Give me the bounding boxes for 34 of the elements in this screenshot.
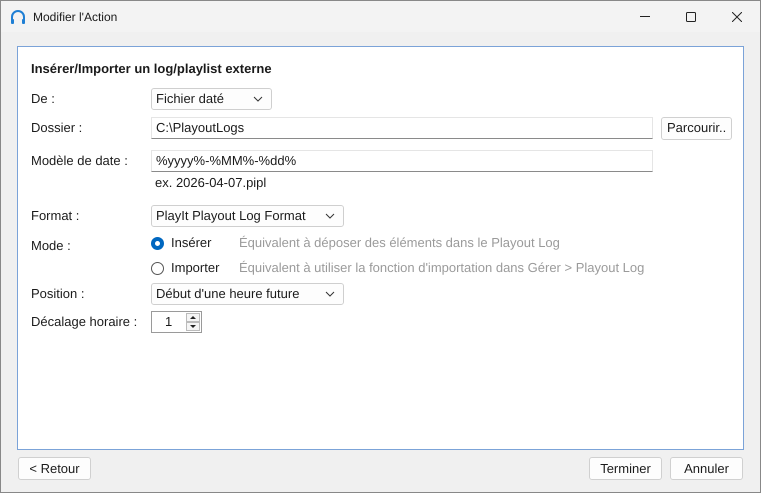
chevron-down-icon — [325, 290, 335, 296]
spin-arrows-icon — [186, 312, 200, 330]
field-label: De : — [31, 90, 56, 108]
example-text: ex. 2026-04-07.pipl — [154, 174, 268, 190]
field-label: Position : — [31, 284, 86, 302]
window-title: Modifier l'Action — [33, 8, 118, 26]
radio-label[interactable]: Importer — [171, 258, 239, 278]
option-description: Équivalent à déposer des éléments dans le Playout Log — [239, 234, 560, 252]
chevron-down-icon — [325, 212, 335, 218]
close-icon — [732, 12, 742, 22]
back-button[interactable]: < Retour — [18, 457, 91, 480]
field-label: Modèle de date : — [31, 152, 129, 170]
field-label: Dossier : — [31, 118, 84, 136]
text-field[interactable]: C:\PlayoutLogs — [151, 117, 653, 139]
dropdown[interactable]: Fichier daté — [151, 88, 272, 110]
dropdown[interactable]: PlayIt Playout Log Format — [151, 204, 344, 226]
browse-button[interactable]: Parcourir.. — [661, 116, 732, 140]
chevron-down-icon — [253, 96, 263, 102]
text-field[interactable]: %yyyy%-%MM%-%dd% — [151, 150, 653, 172]
minimize-icon — [640, 16, 650, 17]
field-label: Format : — [31, 206, 80, 224]
dropdown[interactable]: Début d'une heure future — [151, 282, 344, 304]
headphones-icon — [10, 8, 26, 24]
field-label: Décalage horaire : — [31, 312, 138, 331]
radio-button[interactable] — [151, 262, 164, 274]
field-label: Mode : — [31, 236, 72, 254]
maximize-icon — [686, 12, 696, 22]
option-description: Équivalent à utiliser la fonction d'importation dans Gérer > Playout Log — [239, 259, 644, 278]
dialog-button[interactable]: Annuler — [670, 457, 743, 480]
radio-label[interactable]: Insérer — [171, 233, 239, 253]
section-heading: Insérer/Importer un log/playlist externe — [31, 60, 273, 78]
number-spinner[interactable]: 1 — [151, 310, 202, 332]
radio-button[interactable] — [151, 236, 164, 250]
dialog-button[interactable]: Terminer — [589, 457, 662, 480]
